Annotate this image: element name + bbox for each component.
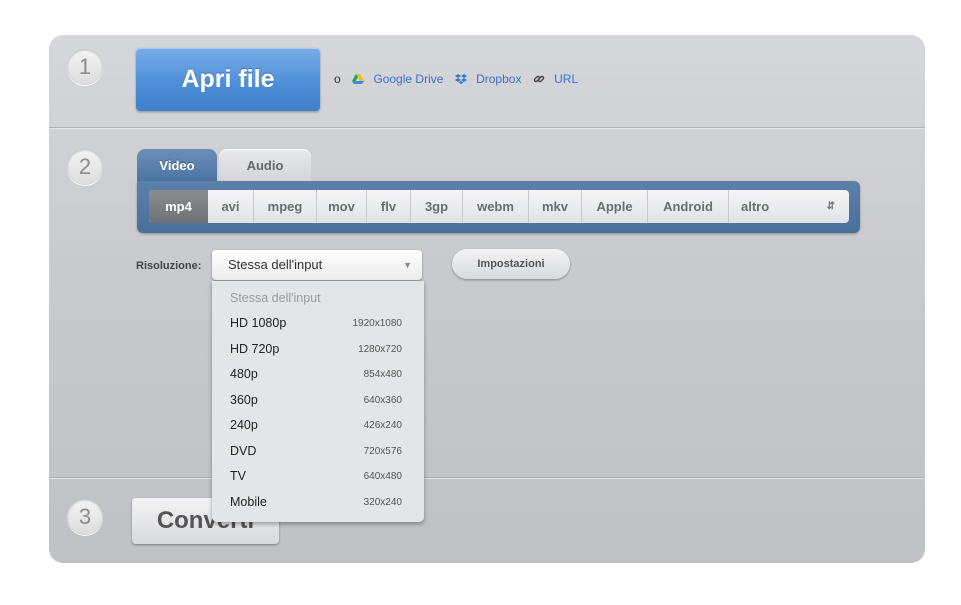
step-3-badge: 3 <box>67 499 103 535</box>
format-mpeg[interactable]: mpeg <box>254 190 317 223</box>
option-size: 1920x1080 <box>352 318 403 329</box>
option-size: 426x240 <box>363 420 402 431</box>
option-name: 240p <box>230 418 258 432</box>
option-name: 360p <box>230 393 258 407</box>
format-other-label: altro <box>741 199 770 214</box>
resolution-label: Risoluzione: <box>136 260 202 272</box>
link-icon <box>533 75 545 83</box>
tab-audio[interactable]: Audio <box>219 149 311 183</box>
resolution-select[interactable]: Stessa dell'input ▼ <box>212 250 422 280</box>
format-flv[interactable]: flv <box>367 190 411 223</box>
format-android[interactable]: Android <box>648 190 729 223</box>
resolution-dropdown: Stessa dell'input HD 1080p 1920x1080 HD … <box>212 281 424 522</box>
option-name: Stessa dell'input <box>230 291 321 305</box>
format-mov[interactable]: mov <box>317 190 367 223</box>
resolution-option[interactable]: HD 720p 1280x720 <box>212 337 424 362</box>
step-1-badge: 1 <box>67 49 103 85</box>
step-2-badge: 2 <box>67 149 103 185</box>
resolution-option[interactable]: Mobile 320x240 <box>212 490 424 515</box>
updown-caret-icon: ⇵ <box>826 201 835 212</box>
resolution-option[interactable]: DVD 720x576 <box>212 439 424 464</box>
option-name: HD 1080p <box>230 316 287 330</box>
resolution-value: Stessa dell'input <box>228 257 323 272</box>
option-size: 640x360 <box>363 395 402 406</box>
format-mkv[interactable]: mkv <box>529 190 582 223</box>
open-file-button[interactable]: Apri file <box>136 48 320 111</box>
resolution-option[interactable]: 240p 426x240 <box>212 413 424 438</box>
option-size: 854x480 <box>363 369 402 380</box>
or-label: o <box>334 71 341 86</box>
google-drive-link[interactable]: Google Drive <box>373 72 443 86</box>
resolution-option[interactable]: 480p 854x480 <box>212 362 424 387</box>
option-size: 720x576 <box>363 446 402 457</box>
option-name: TV <box>230 469 246 483</box>
google-drive-icon <box>352 73 365 84</box>
resolution-option: Stessa dell'input <box>212 286 424 311</box>
divider <box>49 127 925 128</box>
converter-panel: 1 Apri file o Google Drive Dropbox URL 2… <box>49 35 925 563</box>
settings-button[interactable]: Impostazioni <box>452 249 570 279</box>
format-bar: mp4 avi mpeg mov flv 3gp webm mkv Apple … <box>137 181 860 233</box>
format-webm[interactable]: webm <box>463 190 529 223</box>
format-other-select[interactable]: altro ⇵ <box>729 190 849 223</box>
format-3gp[interactable]: 3gp <box>411 190 463 223</box>
format-avi[interactable]: avi <box>208 190 254 223</box>
dropbox-link[interactable]: Dropbox <box>476 72 521 86</box>
divider <box>49 477 925 478</box>
option-size: 1280x720 <box>358 344 402 355</box>
format-list: mp4 avi mpeg mov flv 3gp webm mkv Apple … <box>149 190 849 223</box>
resolution-option[interactable]: 360p 640x360 <box>212 388 424 413</box>
chevron-down-icon: ▼ <box>403 260 412 270</box>
file-sources: o Google Drive Dropbox URL <box>334 71 578 86</box>
resolution-option[interactable]: HD 1080p 1920x1080 <box>212 311 424 336</box>
format-mp4[interactable]: mp4 <box>149 190 208 223</box>
option-name: 480p <box>230 367 258 381</box>
format-apple[interactable]: Apple <box>582 190 648 223</box>
option-name: Mobile <box>230 495 267 509</box>
url-link[interactable]: URL <box>554 72 578 86</box>
resolution-option[interactable]: TV 640x480 <box>212 464 424 489</box>
option-name: DVD <box>230 444 257 458</box>
dropbox-icon <box>454 73 467 84</box>
option-name: HD 720p <box>230 342 280 356</box>
option-size: 320x240 <box>363 497 402 508</box>
option-size: 640x480 <box>363 471 402 482</box>
tab-video[interactable]: Video <box>137 149 217 183</box>
